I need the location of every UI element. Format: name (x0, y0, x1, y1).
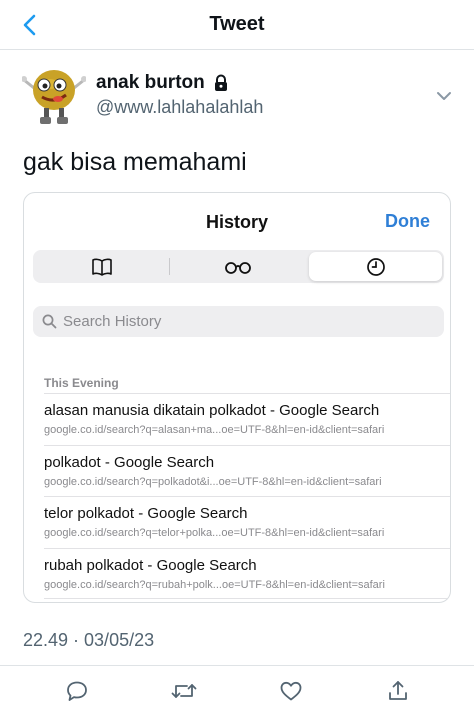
author-name[interactable]: anak burton (96, 72, 230, 94)
history-item-url: google.co.id/search?q=telor+polka...oe=U… (44, 527, 385, 539)
segment-divider (169, 258, 170, 275)
lock-icon (214, 74, 227, 91)
history-item-title: polkadot - Google Search (44, 453, 215, 471)
reading-glasses-icon (224, 261, 251, 274)
done-button[interactable]: Done (385, 211, 430, 232)
clock-icon (366, 257, 385, 276)
section-header: This Evening (44, 376, 119, 390)
share-button[interactable] (385, 678, 411, 704)
history-item-title: rubah polkadot - Google Search (44, 556, 257, 574)
reply-icon (67, 681, 87, 701)
reply-button[interactable] (64, 678, 90, 704)
tab-history[interactable] (309, 252, 442, 281)
tab-bookmarks[interactable] (35, 252, 168, 281)
author-handle[interactable]: @www.lahlahalahlah (96, 97, 263, 118)
like-button[interactable] (278, 678, 304, 704)
history-item[interactable]: rubah polkadot - Google Search google.co… (44, 547, 450, 599)
tab-reading-list[interactable] (171, 252, 304, 281)
book-icon (91, 258, 112, 276)
history-segmented-control (33, 250, 444, 283)
search-history-input[interactable]: Search History (33, 306, 444, 337)
history-item-title: alasan manusia dikatain polkadot - Googl… (44, 402, 380, 419)
history-item-url: google.co.id/search?q=rubah+polk...oe=UT… (44, 578, 385, 591)
chevron-down-icon (437, 92, 451, 100)
share-icon (389, 681, 407, 700)
tweet-timestamp[interactable]: 22.49 · 03/05/23 (23, 630, 154, 651)
avatar[interactable] (21, 66, 87, 128)
more-options-button[interactable] (434, 86, 454, 106)
history-item-title: telor polkadot - Google Search (44, 505, 248, 522)
tweet-text: gak bisa memahami (23, 148, 247, 176)
top-navigation-bar: Tweet (0, 0, 474, 50)
history-item-url: google.co.id/search?q=polkadot&i...oe=UT… (44, 475, 382, 488)
history-item[interactable]: polkadot - Google Search google.co.id/se… (44, 444, 450, 497)
retweet-button[interactable] (171, 678, 197, 704)
attached-screenshot[interactable]: History Done Search History This Evening… (23, 192, 451, 603)
tweet-action-bar (0, 665, 474, 714)
search-icon (42, 314, 57, 329)
potato-character-image (21, 70, 87, 124)
history-item[interactable]: telor polkadot - Google Search google.co… (44, 496, 450, 548)
page-title: Tweet (209, 13, 265, 35)
history-list: alasan manusia dikatain polkadot - Googl… (44, 393, 450, 599)
heart-icon (280, 681, 302, 701)
retweet-icon (171, 684, 197, 698)
history-item[interactable]: alasan manusia dikatain polkadot - Googl… (44, 393, 450, 445)
history-item-url: google.co.id/search?q=alasan+ma...oe=UTF… (44, 424, 385, 436)
author-display-name: anak burton (96, 72, 205, 93)
search-placeholder: Search History (63, 313, 162, 330)
